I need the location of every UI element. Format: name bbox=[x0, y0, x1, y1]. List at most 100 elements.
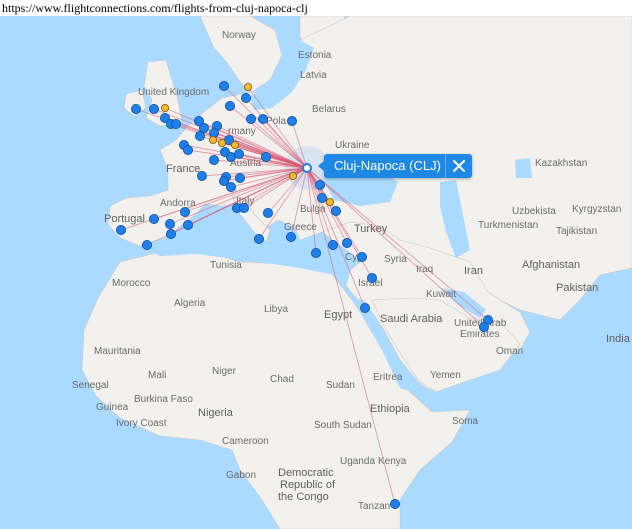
label-turkmenistan: Turkmenistan bbox=[478, 220, 538, 231]
label-pakistan: Pakistan bbox=[556, 282, 598, 294]
label-france: France bbox=[166, 163, 200, 175]
label-yemen: Yemen bbox=[430, 370, 461, 381]
airport-marker[interactable] bbox=[196, 170, 207, 181]
label-mali: Mali bbox=[148, 370, 166, 381]
label-oman: Oman bbox=[496, 346, 523, 357]
label-greece: Greece bbox=[284, 222, 317, 233]
label-kyrgyzstan: Kyrgyzstan bbox=[572, 204, 621, 215]
aral-sea bbox=[515, 158, 532, 178]
label-uganda: Uganda bbox=[340, 456, 375, 467]
popup-airport-label: Cluj-Napoca (CLJ) bbox=[334, 158, 441, 173]
airport-marker-secondary[interactable] bbox=[230, 140, 239, 149]
airport-marker[interactable] bbox=[260, 151, 271, 162]
airport-marker[interactable] bbox=[116, 224, 127, 235]
airport-marker[interactable] bbox=[286, 116, 297, 127]
label-drc-2: Republic of bbox=[280, 479, 336, 491]
airport-marker[interactable] bbox=[314, 179, 325, 190]
airport-marker[interactable] bbox=[194, 130, 205, 141]
origin-airport-marker[interactable] bbox=[302, 163, 312, 173]
label-niger: Niger bbox=[212, 366, 237, 377]
label-algeria: Algeria bbox=[174, 298, 206, 309]
label-ivory-coast: Ivory Coast bbox=[116, 418, 167, 429]
airport-marker[interactable] bbox=[208, 154, 219, 165]
label-kazakhstan: Kazakhstan bbox=[535, 158, 587, 169]
airport-marker[interactable] bbox=[245, 114, 256, 125]
airport-marker[interactable] bbox=[316, 192, 327, 203]
airport-marker[interactable] bbox=[478, 321, 489, 332]
label-nigeria: Nigeria bbox=[198, 407, 234, 419]
route-map[interactable]: Norway Estonia Latvia Belarus United Kin… bbox=[0, 0, 632, 529]
airport-marker[interactable] bbox=[257, 114, 268, 125]
airport-marker[interactable] bbox=[262, 207, 273, 218]
airport-marker[interactable] bbox=[234, 172, 245, 183]
label-gabon: Gabon bbox=[226, 470, 256, 481]
airport-marker[interactable] bbox=[240, 93, 251, 104]
label-afghanistan: Afghanistan bbox=[522, 259, 580, 271]
label-estonia: Estonia bbox=[298, 50, 332, 61]
airport-marker[interactable] bbox=[141, 239, 152, 250]
airport-marker[interactable] bbox=[148, 213, 159, 224]
airport-marker[interactable] bbox=[341, 237, 352, 248]
label-libya: Libya bbox=[264, 304, 288, 315]
airport-marker[interactable] bbox=[130, 104, 141, 115]
airport-marker[interactable] bbox=[238, 202, 249, 213]
airport-marker[interactable] bbox=[366, 272, 377, 283]
url-text: https://www.flightconnections.com/flight… bbox=[0, 0, 632, 16]
airport-marker-secondary[interactable] bbox=[325, 197, 334, 206]
airport-marker-secondary[interactable] bbox=[217, 138, 226, 147]
label-senegal: Senegal bbox=[72, 380, 109, 391]
label-sudan: Sudan bbox=[326, 380, 355, 391]
label-ukraine: Ukraine bbox=[335, 140, 370, 151]
label-india: India bbox=[606, 333, 631, 345]
label-tunisia: Tunisia bbox=[210, 260, 242, 271]
label-uk: United Kingdom bbox=[138, 87, 209, 98]
airport-marker[interactable] bbox=[170, 119, 181, 130]
airport-marker[interactable] bbox=[182, 144, 193, 155]
airport-marker[interactable] bbox=[218, 175, 229, 186]
airport-marker[interactable] bbox=[327, 239, 338, 250]
label-morocco: Morocco bbox=[112, 278, 151, 289]
airport-marker[interactable] bbox=[359, 302, 370, 313]
popup-arrow bbox=[318, 161, 324, 171]
label-cameroon: Cameroon bbox=[222, 436, 269, 447]
airport-marker[interactable] bbox=[164, 218, 175, 229]
label-iran: Iran bbox=[464, 265, 483, 277]
airport-marker[interactable] bbox=[165, 228, 176, 239]
airport-marker[interactable] bbox=[233, 148, 244, 159]
label-eritrea: Eritrea bbox=[373, 372, 403, 383]
airport-marker-secondary[interactable] bbox=[160, 104, 169, 113]
airport-marker-secondary[interactable] bbox=[288, 171, 297, 180]
airport-marker[interactable] bbox=[179, 206, 190, 217]
airport-marker[interactable] bbox=[148, 104, 159, 115]
label-drc-3: the Congo bbox=[278, 491, 329, 503]
label-egypt: Egypt bbox=[324, 309, 352, 321]
airport-marker[interactable] bbox=[285, 231, 296, 242]
label-drc-1: Democratic bbox=[278, 467, 334, 479]
airport-marker[interactable] bbox=[218, 81, 229, 92]
label-belarus: Belarus bbox=[312, 104, 346, 115]
airport-marker[interactable] bbox=[330, 205, 341, 216]
airport-marker[interactable] bbox=[356, 251, 367, 262]
airport-marker[interactable] bbox=[224, 101, 235, 112]
label-tanzania: Tanzan bbox=[358, 501, 390, 512]
label-syria: Syria bbox=[384, 254, 407, 265]
airport-marker-secondary[interactable] bbox=[243, 83, 252, 92]
label-portugal: Portugal bbox=[104, 213, 145, 225]
close-icon[interactable] bbox=[445, 154, 472, 178]
label-latvia: Latvia bbox=[300, 70, 327, 81]
label-mauritania: Mauritania bbox=[94, 346, 141, 357]
label-kenya: Kenya bbox=[378, 456, 407, 467]
airport-popup[interactable]: Cluj-Napoca (CLJ) bbox=[318, 154, 472, 178]
label-andorra: Andorra bbox=[160, 198, 196, 209]
airport-marker[interactable] bbox=[389, 498, 400, 509]
label-tajikistan: Tajikistan bbox=[556, 226, 597, 237]
label-saudi-arabia: Saudi Arabia bbox=[380, 313, 443, 325]
airport-marker[interactable] bbox=[310, 247, 321, 258]
airport-marker[interactable] bbox=[253, 233, 264, 244]
airport-marker-secondary[interactable] bbox=[208, 135, 217, 144]
label-south-sudan: South Sudan bbox=[314, 420, 372, 431]
label-guinea: Guinea bbox=[96, 402, 129, 413]
label-norway: Norway bbox=[222, 30, 256, 41]
airport-marker[interactable] bbox=[182, 219, 193, 230]
label-ethiopia: Ethiopia bbox=[370, 403, 411, 415]
